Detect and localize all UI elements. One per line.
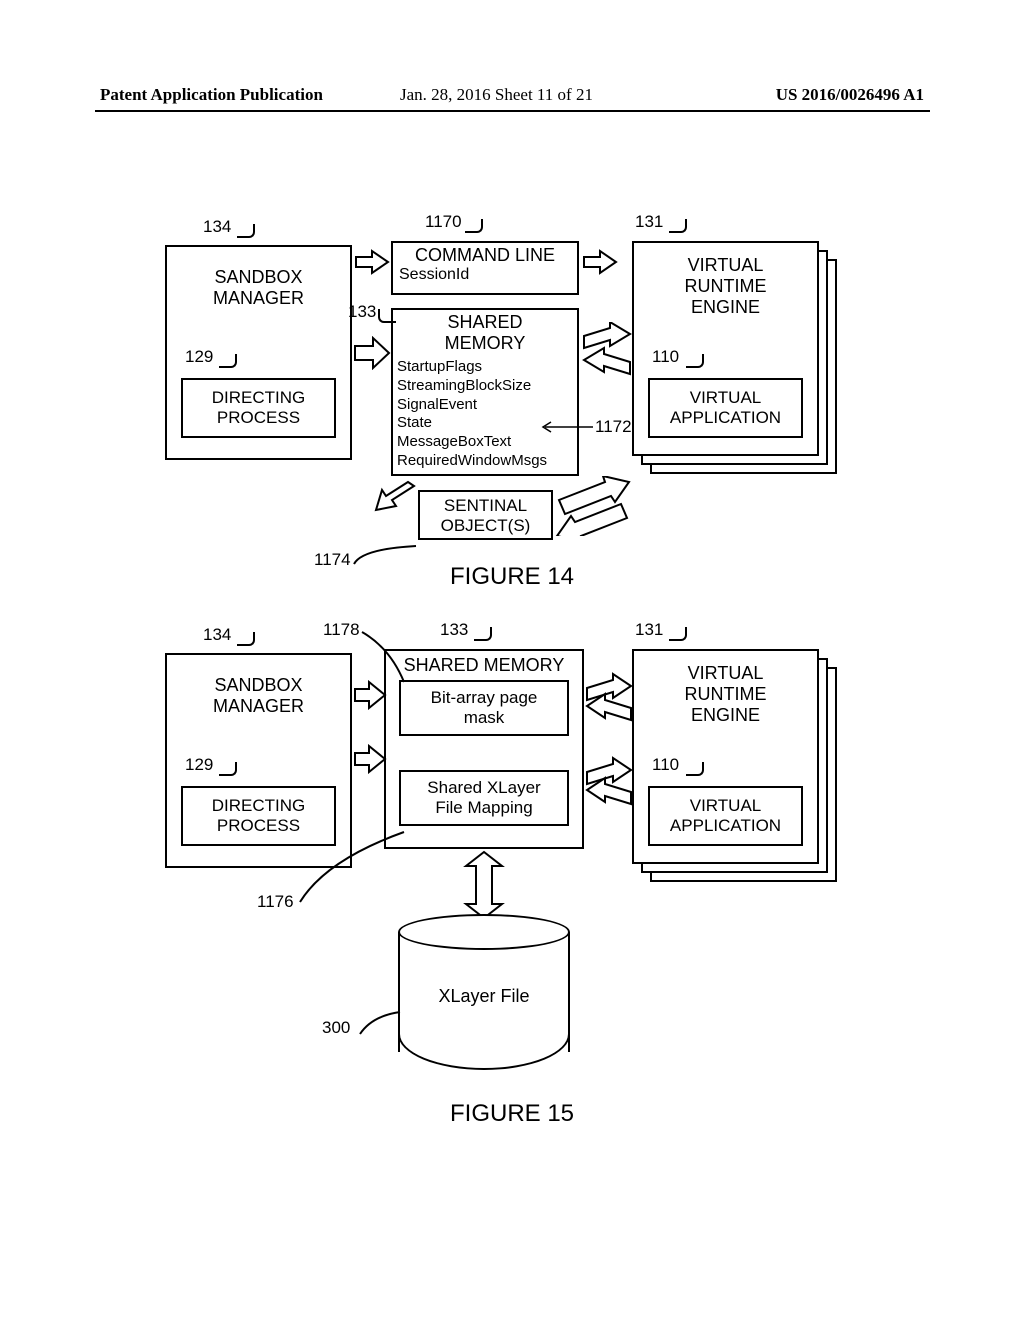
bitarray-label: Bit-array pagemask bbox=[401, 688, 567, 728]
field-startupflags: StartupFlags bbox=[397, 358, 577, 377]
ref-1176: 1176 bbox=[257, 892, 294, 912]
bidirectional-arrow-icon bbox=[555, 476, 633, 536]
vre-label-14: VIRTUALRUNTIMEENGINE bbox=[634, 255, 817, 318]
field-signalevent: SignalEvent bbox=[397, 396, 577, 415]
ref-133-15: 133 bbox=[440, 620, 468, 640]
ref-1172: 1172 bbox=[595, 417, 632, 437]
ref-1178: 1178 bbox=[323, 620, 360, 640]
arrow-left-icon bbox=[374, 478, 418, 522]
hook-icon bbox=[669, 627, 687, 641]
header-right: US 2016/0026496 A1 bbox=[776, 85, 924, 105]
shared-memory-fields: StartupFlags StreamingBlockSize SignalEv… bbox=[393, 358, 577, 471]
hook-icon bbox=[219, 354, 237, 368]
hook-icon bbox=[686, 354, 704, 368]
bitarray-box: Bit-array pagemask bbox=[399, 680, 569, 736]
sentinel-box: SENTINALOBJECT(S) bbox=[418, 490, 553, 540]
vapp-label-14: VIRTUALAPPLICATION bbox=[650, 388, 801, 428]
hook-icon bbox=[296, 830, 416, 910]
shared-memory-title-14: SHAREDMEMORY bbox=[393, 310, 577, 354]
vapp-label-15: VIRTUALAPPLICATION bbox=[650, 796, 801, 836]
directing-process-label-14: DIRECTINGPROCESS bbox=[183, 388, 334, 428]
xlayermap-box: Shared XLayerFile Mapping bbox=[399, 770, 569, 826]
xlayer-file-label: XLayer File bbox=[398, 986, 570, 1007]
shared-memory-box-14: SHAREDMEMORY StartupFlags StreamingBlock… bbox=[391, 308, 579, 476]
arrow-right-icon bbox=[353, 336, 391, 370]
hook-icon bbox=[686, 762, 704, 776]
ref-1170: 1170 bbox=[425, 212, 462, 232]
ref-134-14: 134 bbox=[203, 217, 231, 237]
hook-icon bbox=[474, 627, 492, 641]
bidirectional-arrow-icon bbox=[585, 756, 635, 806]
vre-label-15: VIRTUALRUNTIMEENGINE bbox=[634, 663, 817, 726]
ref-133-14: 133 bbox=[348, 302, 376, 322]
hook-icon bbox=[356, 1010, 406, 1040]
field-streamingblocksize: StreamingBlockSize bbox=[397, 377, 577, 396]
field-requiredwindowmsgs: RequiredWindowMsgs bbox=[397, 452, 577, 471]
bidirectional-vertical-arrow-icon bbox=[462, 850, 506, 920]
header-rule bbox=[95, 110, 930, 112]
ref-110-14: 110 bbox=[652, 347, 679, 367]
command-line-sub: SessionId bbox=[399, 266, 571, 284]
sandbox-manager-label-15: SANDBOXMANAGER bbox=[167, 675, 350, 717]
xlayer-cylinder: XLayer File bbox=[398, 914, 570, 1070]
hook-icon bbox=[237, 224, 255, 238]
vapp-box-14: VIRTUALAPPLICATION bbox=[648, 378, 803, 438]
header-center: Jan. 28, 2016 Sheet 11 of 21 bbox=[400, 85, 593, 105]
ref-129-15: 129 bbox=[185, 755, 213, 775]
xlayermap-label: Shared XLayerFile Mapping bbox=[401, 778, 567, 818]
arrow-right-icon bbox=[353, 680, 387, 710]
ref-110-15: 110 bbox=[652, 755, 679, 775]
hook-icon bbox=[669, 219, 687, 233]
ref-134-15: 134 bbox=[203, 625, 231, 645]
hook-icon bbox=[237, 632, 255, 646]
header-left: Patent Application Publication bbox=[100, 85, 323, 105]
sandbox-manager-label-14: SANDBOXMANAGER bbox=[167, 267, 350, 309]
figure-15-caption: FIGURE 15 bbox=[0, 1100, 1024, 1128]
hook-icon bbox=[378, 309, 396, 323]
hook-icon bbox=[465, 219, 483, 233]
figure-14-caption: FIGURE 14 bbox=[0, 563, 1024, 591]
pointer-arrow-icon bbox=[537, 419, 597, 435]
field-messageboxtext: MessageBoxText bbox=[397, 433, 577, 452]
vapp-box-15: VIRTUALAPPLICATION bbox=[648, 786, 803, 846]
bidirectional-arrow-icon bbox=[580, 322, 634, 376]
sentinel-label: SENTINALOBJECT(S) bbox=[420, 496, 551, 536]
bidirectional-arrow-icon bbox=[585, 672, 635, 722]
ref-129-14: 129 bbox=[185, 347, 213, 367]
directing-process-box-14: DIRECTINGPROCESS bbox=[181, 378, 336, 438]
command-line-box: COMMAND LINE SessionId bbox=[391, 241, 579, 295]
arrow-right-icon bbox=[354, 249, 390, 275]
ref-131-14: 131 bbox=[635, 212, 663, 232]
ref-131-15: 131 bbox=[635, 620, 663, 640]
hook-icon bbox=[360, 628, 420, 688]
arrow-right-icon bbox=[353, 744, 387, 774]
arrow-right-icon bbox=[582, 249, 618, 275]
hook-icon bbox=[219, 762, 237, 776]
ref-300: 300 bbox=[322, 1018, 350, 1038]
command-line-title: COMMAND LINE bbox=[399, 245, 571, 266]
